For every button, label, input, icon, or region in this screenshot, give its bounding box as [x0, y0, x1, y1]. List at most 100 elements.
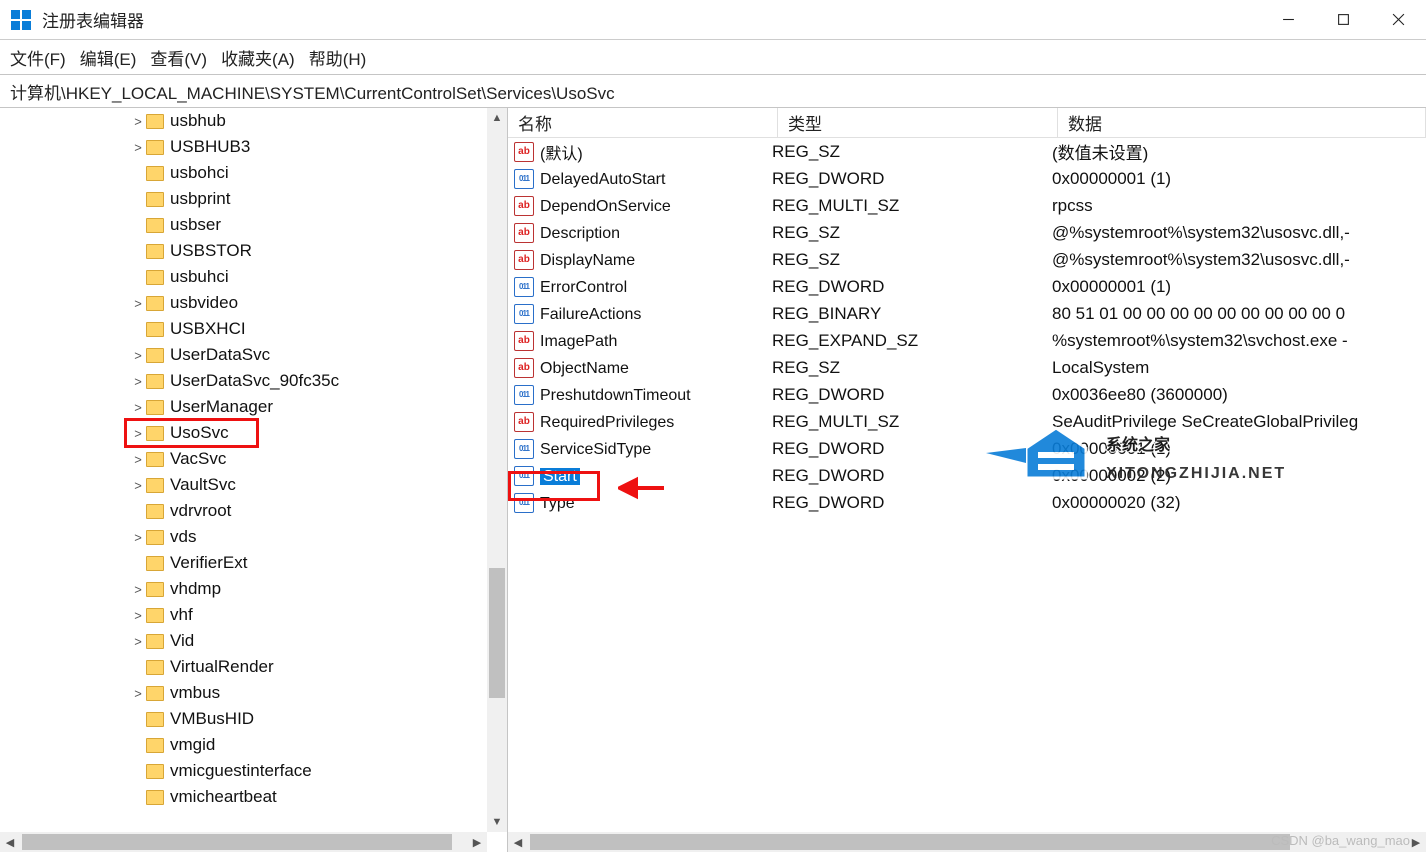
folder-icon [146, 556, 164, 571]
tree-item[interactable]: >Vid [0, 628, 487, 654]
dword-icon: 011 [514, 169, 534, 189]
folder-icon [146, 348, 164, 363]
scroll-up-icon[interactable]: ▲ [487, 108, 507, 128]
tree-item-label: vhf [170, 605, 193, 625]
scroll-track[interactable] [20, 832, 467, 852]
tree-item[interactable]: vmgid [0, 732, 487, 758]
value-data: 0x00000001 (1) [1052, 169, 1426, 189]
expand-icon[interactable]: > [130, 114, 146, 129]
expand-icon[interactable]: > [130, 426, 146, 441]
tree-item-label: usbuhci [170, 267, 229, 287]
expand-icon[interactable]: > [130, 374, 146, 389]
expand-icon[interactable]: > [130, 582, 146, 597]
expand-icon[interactable]: > [130, 348, 146, 363]
value-data: 0x00000001 (1) [1052, 439, 1426, 459]
value-row[interactable]: abObjectNameREG_SZLocalSystem [508, 354, 1426, 381]
tree-item-label: vmgid [170, 735, 215, 755]
value-row[interactable]: abImagePathREG_EXPAND_SZ%systemroot%\sys… [508, 327, 1426, 354]
menu-edit[interactable]: 编辑(E) [80, 45, 137, 70]
main-split: > usbhub >USBHUB3usbohciusbprintusbserUSBS… [0, 108, 1426, 852]
value-row[interactable]: abDisplayNameREG_SZ@%systemroot%\system3… [508, 246, 1426, 273]
expand-icon[interactable]: > [130, 452, 146, 467]
value-type: REG_BINARY [772, 304, 1052, 324]
expand-icon[interactable]: > [130, 296, 146, 311]
tree-hscrollbar[interactable]: ◀ ▶ [0, 832, 487, 852]
folder-icon [146, 400, 164, 415]
value-type: REG_SZ [772, 142, 1052, 162]
folder-icon [146, 270, 164, 285]
tree-item[interactable]: vmicheartbeat [0, 784, 487, 810]
tree-item[interactable]: VerifierExt [0, 550, 487, 576]
value-row[interactable]: abDependOnServiceREG_MULTI_SZrpcss [508, 192, 1426, 219]
value-row[interactable]: 011FailureActionsREG_BINARY80 51 01 00 0… [508, 300, 1426, 327]
close-button[interactable] [1371, 0, 1426, 40]
value-row[interactable]: 011ErrorControlREG_DWORD0x00000001 (1) [508, 273, 1426, 300]
expand-icon[interactable]: > [130, 608, 146, 623]
tree-item[interactable]: usbohci [0, 160, 487, 186]
value-type: REG_DWORD [772, 493, 1052, 513]
scroll-left-icon[interactable]: ◀ [508, 832, 528, 852]
tree-item[interactable]: VMBusHID [0, 706, 487, 732]
expand-icon[interactable]: > [130, 634, 146, 649]
tree-item[interactable]: usbuhci [0, 264, 487, 290]
tree-item[interactable]: >USBHUB3 [0, 134, 487, 160]
scroll-right-icon[interactable]: ▶ [467, 832, 487, 852]
col-name[interactable]: 名称 [508, 108, 778, 137]
expand-icon[interactable]: > [130, 478, 146, 493]
folder-icon [146, 452, 164, 467]
tree-item[interactable]: >UserDataSvc_90fc35c [0, 368, 487, 394]
tree-item[interactable]: >UserDataSvc [0, 342, 487, 368]
menu-help[interactable]: 帮助(H) [309, 45, 367, 70]
tree-item[interactable]: usbprint [0, 186, 487, 212]
tree-item[interactable]: >vds [0, 524, 487, 550]
maximize-button[interactable] [1316, 0, 1371, 40]
expand-icon[interactable]: > [130, 530, 146, 545]
tree-item[interactable]: > usbhub [0, 108, 487, 134]
tree-item[interactable]: >UserManager [0, 394, 487, 420]
tree-item[interactable]: VirtualRender [0, 654, 487, 680]
string-icon: ab [514, 358, 534, 378]
value-name: ObjectName [540, 358, 772, 378]
value-row[interactable]: 011PreshutdownTimeoutREG_DWORD0x0036ee80… [508, 381, 1426, 408]
tree-item[interactable]: USBXHCI [0, 316, 487, 342]
tree-item[interactable]: >VaultSvc [0, 472, 487, 498]
tree-item-label: usbhub [170, 111, 226, 131]
scroll-track[interactable] [487, 128, 507, 812]
expand-icon[interactable]: > [130, 140, 146, 155]
tree-item[interactable]: > vhf [0, 602, 487, 628]
tree-item[interactable]: >UsoSvc [0, 420, 487, 446]
col-data[interactable]: 数据 [1058, 108, 1426, 137]
menu-file[interactable]: 文件(F) [10, 45, 66, 70]
tree-item[interactable]: >usbvideo [0, 290, 487, 316]
folder-icon [146, 218, 164, 233]
tree-item[interactable]: >vmbus [0, 680, 487, 706]
tree-item[interactable]: vmicguestinterface [0, 758, 487, 784]
value-row[interactable]: abRequiredPrivilegesREG_MULTI_SZSeAuditP… [508, 408, 1426, 435]
tree-vscrollbar[interactable]: ▲ ▼ [487, 108, 507, 832]
menu-view[interactable]: 查看(V) [150, 45, 207, 70]
scroll-left-icon[interactable]: ◀ [0, 832, 20, 852]
scroll-thumb[interactable] [530, 834, 1290, 850]
registry-tree[interactable]: > usbhub >USBHUB3usbohciusbprintusbserUSBS… [0, 108, 487, 832]
expand-icon[interactable]: > [130, 400, 146, 415]
value-row[interactable]: 011ServiceSidTypeREG_DWORD0x00000001 (1) [508, 435, 1426, 462]
tree-panel: > usbhub >USBHUB3usbohciusbprintusbserUSBS… [0, 108, 508, 852]
col-type[interactable]: 类型 [778, 108, 1058, 137]
expand-icon[interactable]: > [130, 686, 146, 701]
tree-item[interactable]: vdrvroot [0, 498, 487, 524]
scroll-down-icon[interactable]: ▼ [487, 812, 507, 832]
folder-icon [146, 114, 164, 129]
scroll-thumb[interactable] [22, 834, 452, 850]
scroll-thumb[interactable] [489, 568, 505, 698]
tree-item[interactable]: usbser [0, 212, 487, 238]
dword-icon: 011 [514, 439, 534, 459]
tree-item[interactable]: >vhdmp [0, 576, 487, 602]
tree-item[interactable]: USBSTOR [0, 238, 487, 264]
value-row[interactable]: abDescriptionREG_SZ@%systemroot%\system3… [508, 219, 1426, 246]
value-row[interactable]: ab(默认)REG_SZ(数值未设置) [508, 138, 1426, 165]
menu-favorites[interactable]: 收藏夹(A) [221, 45, 295, 70]
tree-item[interactable]: >VacSvc [0, 446, 487, 472]
address-bar[interactable]: 计算机\HKEY_LOCAL_MACHINE\SYSTEM\CurrentCon… [0, 74, 1426, 108]
minimize-button[interactable] [1261, 0, 1316, 40]
value-row[interactable]: 011DelayedAutoStartREG_DWORD0x00000001 (… [508, 165, 1426, 192]
